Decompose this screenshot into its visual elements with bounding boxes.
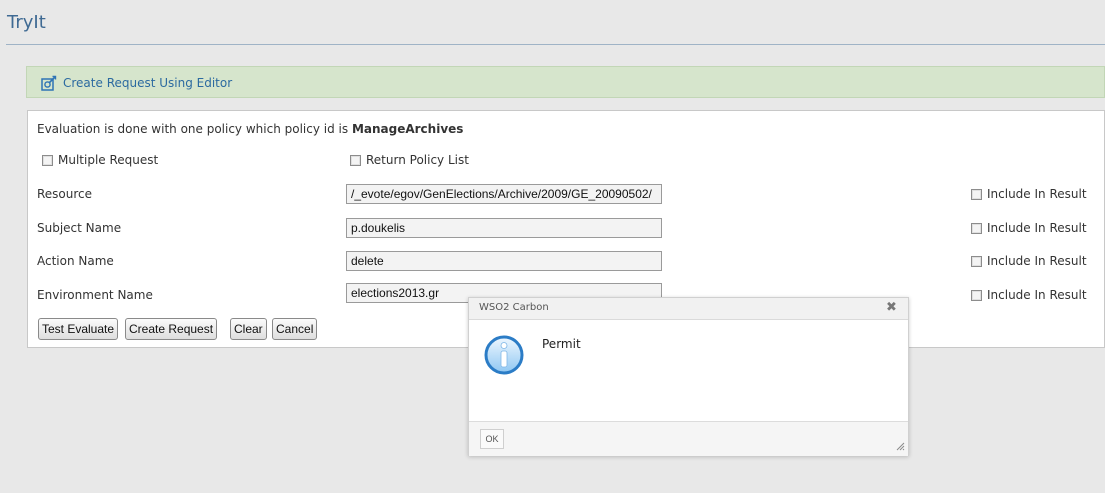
- action-name-label: Action Name: [37, 254, 114, 268]
- include-in-result-label: Include In Result: [987, 221, 1087, 235]
- dialog-footer: OK: [469, 421, 908, 456]
- policy-id: ManageArchives: [351, 122, 464, 136]
- editor-bar: Create Request Using Editor: [26, 66, 1105, 98]
- page-title: TryIt: [7, 12, 46, 33]
- checkbox-box[interactable]: [350, 154, 361, 166]
- checkbox-box[interactable]: [42, 154, 53, 166]
- test-evaluate-button[interactable]: Test Evaluate: [38, 318, 119, 340]
- dialog-message: Permit: [542, 337, 581, 351]
- evaluation-info-text: Evaluation is done with one policy which…: [37, 122, 352, 136]
- resource-include-in-result-checkbox[interactable]: Include In Result: [971, 187, 1087, 201]
- subject-name-label: Subject Name: [37, 221, 122, 235]
- resource-label: Resource: [37, 187, 93, 201]
- include-in-result-label: Include In Result: [987, 254, 1087, 268]
- evaluation-info: Evaluation is done with one policy which…: [37, 122, 463, 136]
- info-icon: [484, 334, 524, 379]
- resize-grip-icon[interactable]: [895, 440, 905, 454]
- create-request-button[interactable]: Create Request: [125, 318, 218, 340]
- return-policy-list-checkbox[interactable]: Return Policy List: [350, 153, 469, 167]
- multiple-request-label: Multiple Request: [58, 153, 159, 167]
- subject-name-input[interactable]: p.doukelis: [346, 218, 662, 238]
- dialog-title: WSO2 Carbon: [479, 302, 549, 313]
- checkbox-box[interactable]: [971, 289, 982, 301]
- editor-link-label: Create Request Using Editor: [63, 76, 233, 90]
- ok-button[interactable]: OK: [480, 429, 504, 449]
- environment-name-label: Environment Name: [37, 288, 153, 302]
- subject-include-in-result-checkbox[interactable]: Include In Result: [971, 221, 1087, 235]
- checkbox-box[interactable]: [971, 188, 982, 200]
- editor-icon: [41, 75, 57, 91]
- checkbox-box[interactable]: [971, 255, 982, 267]
- title-divider: [6, 44, 1105, 45]
- close-icon[interactable]: ✖: [886, 300, 897, 315]
- resource-input[interactable]: /_evote/egov/GenElections/Archive/2009/G…: [346, 184, 662, 204]
- multiple-request-checkbox[interactable]: Multiple Request: [42, 153, 158, 167]
- return-policy-list-label: Return Policy List: [366, 153, 469, 167]
- dialog-header[interactable]: WSO2 Carbon ✖: [469, 298, 908, 320]
- action-include-in-result-checkbox[interactable]: Include In Result: [971, 254, 1087, 268]
- create-request-editor-link[interactable]: Create Request Using Editor: [41, 75, 232, 91]
- message-dialog: WSO2 Carbon ✖ Permit OK: [468, 297, 909, 456]
- include-in-result-label: Include In Result: [987, 288, 1087, 302]
- cancel-button[interactable]: Cancel: [272, 318, 318, 340]
- include-in-result-label: Include In Result: [987, 187, 1087, 201]
- clear-button[interactable]: Clear: [230, 318, 267, 340]
- checkbox-box[interactable]: [971, 222, 982, 234]
- environment-include-in-result-checkbox[interactable]: Include In Result: [971, 288, 1087, 302]
- action-name-input[interactable]: delete: [346, 251, 662, 271]
